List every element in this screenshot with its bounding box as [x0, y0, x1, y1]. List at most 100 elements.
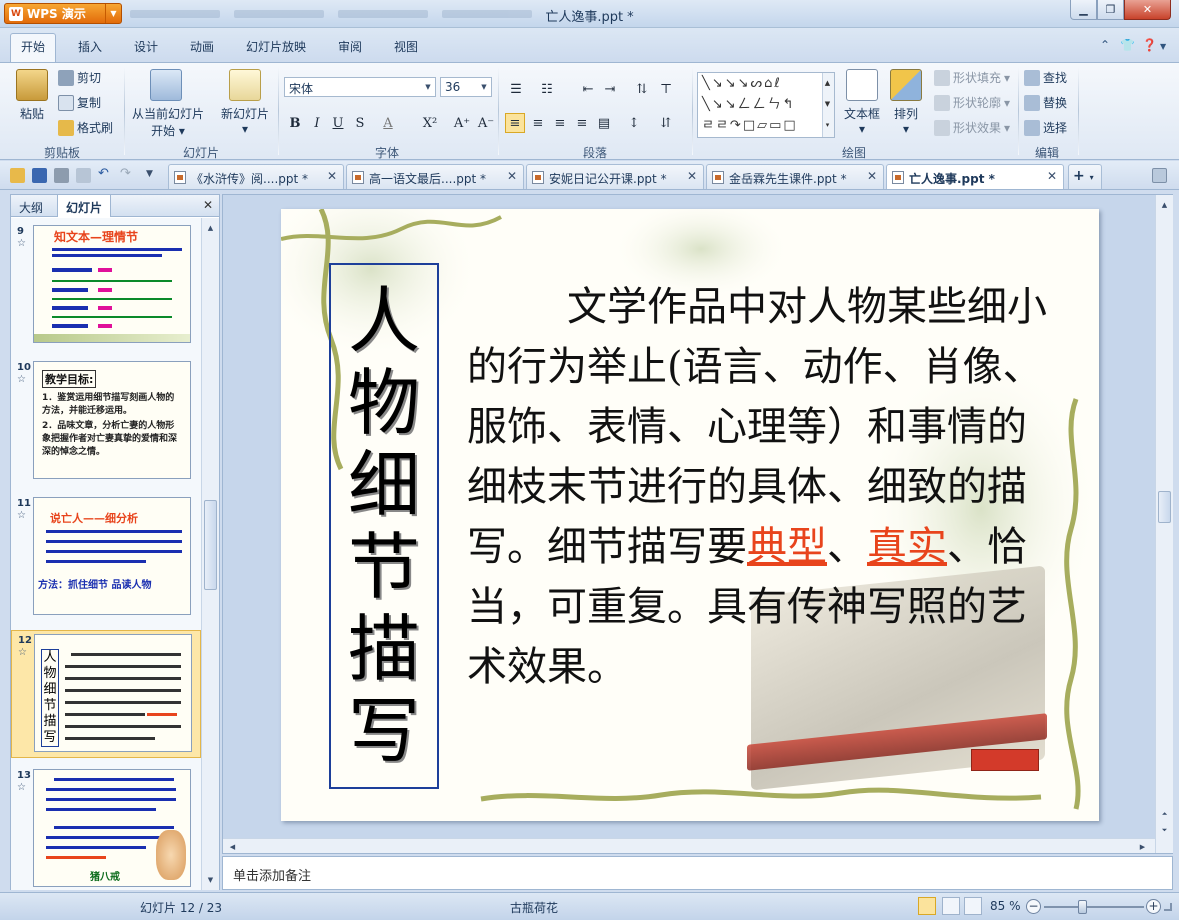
bullets-button[interactable]: ☰: [506, 79, 526, 99]
collapse-ribbon-icon[interactable]: ⌃: [1100, 38, 1110, 52]
slide-thumbnail-13[interactable]: 13 ☆ 猪八戒: [11, 766, 201, 890]
text-direction-button[interactable]: ⇅: [632, 79, 652, 99]
underline-button[interactable]: U: [328, 113, 348, 133]
new-slide-button[interactable]: 新幻灯片 ▾: [214, 105, 276, 136]
new-tab-button[interactable]: + ▾: [1068, 164, 1102, 189]
editor-horizontal-scrollbar[interactable]: ◀ ▶: [223, 838, 1155, 853]
paragraph-spacing-button[interactable]: ⇵: [656, 113, 676, 133]
align-center-button[interactable]: ≡: [528, 113, 548, 133]
numbering-button[interactable]: ☷: [537, 79, 557, 99]
replace-button[interactable]: 替换: [1024, 94, 1067, 111]
justify-button[interactable]: ≡: [572, 113, 592, 133]
grow-font-button[interactable]: A⁺: [452, 113, 472, 133]
italic-button[interactable]: I: [307, 113, 327, 133]
minimize-button[interactable]: ▁: [1070, 0, 1097, 20]
tab-review[interactable]: 审阅: [338, 38, 362, 55]
slide-thumbnail-9[interactable]: 9 ☆ 知文本—理情节: [11, 222, 201, 350]
scroll-up-icon[interactable]: ▲: [203, 220, 218, 235]
tab-outline[interactable]: 大纲: [11, 195, 51, 217]
zoom-in-button[interactable]: +: [1146, 899, 1161, 914]
tab-slideshow[interactable]: 幻灯片放映: [246, 38, 306, 55]
doc-tab-1[interactable]: 《水浒传》阅....ppt * ✕: [168, 164, 344, 189]
font-color-button[interactable]: A: [378, 113, 398, 133]
tab-design[interactable]: 设计: [134, 38, 158, 55]
scroll-left-icon[interactable]: ◀: [225, 839, 240, 854]
close-icon[interactable]: ✕: [687, 169, 697, 183]
notes-pane[interactable]: 单击添加备注: [222, 856, 1173, 890]
open-icon[interactable]: [10, 168, 25, 183]
editor-vertical-scrollbar[interactable]: ▲ ⏶ ⏷: [1155, 195, 1173, 853]
format-painter-button[interactable]: 格式刷: [58, 119, 113, 136]
scroll-up-icon[interactable]: ▲: [1157, 197, 1172, 212]
doc-tab-3[interactable]: 安妮日记公开课.ppt * ✕: [526, 164, 704, 189]
zoom-out-button[interactable]: −: [1026, 899, 1041, 914]
scroll-down-icon[interactable]: ▼: [203, 872, 218, 887]
customize-toolbar-icon[interactable]: ▼: [146, 169, 161, 184]
align-text-button[interactable]: ⊤: [656, 79, 676, 99]
skin-icon[interactable]: 👕: [1120, 38, 1135, 52]
normal-view-icon[interactable]: [918, 897, 936, 915]
close-button[interactable]: ✕: [1124, 0, 1171, 20]
tab-insert[interactable]: 插入: [78, 38, 102, 55]
close-icon[interactable]: ✕: [203, 198, 213, 212]
close-icon[interactable]: ✕: [867, 169, 877, 183]
doc-tab-active[interactable]: 亡人逸事.ppt * ✕: [886, 164, 1064, 189]
distribute-button[interactable]: ▤: [594, 113, 614, 133]
copy-button[interactable]: 复制: [58, 94, 101, 111]
superscript-button[interactable]: X²: [420, 113, 440, 133]
scroll-right-icon[interactable]: ▶: [1135, 839, 1150, 854]
previous-slide-icon[interactable]: ⏶: [1157, 807, 1172, 822]
print-preview-icon[interactable]: [76, 168, 91, 183]
current-slide[interactable]: 人 物 细 节 描 写 文学作品中对人物某些细小的行为举止(语言、动作、肖像、服…: [281, 209, 1099, 821]
shrink-font-button[interactable]: A⁻: [476, 113, 496, 133]
restore-button[interactable]: ❐: [1097, 0, 1124, 20]
textbox-button[interactable]: 文本框 ▾: [838, 105, 886, 136]
tab-slides[interactable]: 幻灯片: [57, 195, 112, 217]
undo-icon[interactable]: ↶: [98, 166, 113, 181]
font-name-select[interactable]: 宋体 ▼: [284, 77, 436, 97]
window-layout-icon[interactable]: [1152, 168, 1167, 183]
close-icon[interactable]: ✕: [1047, 169, 1057, 183]
panel-scrollbar[interactable]: ▲ ▼: [201, 218, 219, 890]
doc-tab-2[interactable]: 高一语文最后....ppt * ✕: [346, 164, 524, 189]
align-left-button[interactable]: ≡: [505, 113, 525, 133]
close-icon[interactable]: ✕: [327, 169, 337, 183]
shape-effect-button[interactable]: 形状效果 ▾: [934, 119, 1010, 136]
shadow-button[interactable]: S: [350, 113, 370, 133]
slideshow-view-icon[interactable]: [964, 897, 982, 915]
shapes-gallery-scroll[interactable]: ▲ ▼ ▾: [822, 73, 834, 137]
tab-animation[interactable]: 动画: [190, 38, 214, 55]
slide-thumbnail-12[interactable]: 12 ☆ 人物细节描写: [11, 630, 201, 758]
cut-button[interactable]: 剪切: [58, 69, 101, 86]
slide-body-text[interactable]: 文学作品中对人物某些细小的行为举止(语言、动作、肖像、服饰、表情、心理等）和事情…: [467, 277, 1057, 697]
tab-view[interactable]: 视图: [394, 38, 418, 55]
shapes-gallery[interactable]: ╲↘↘↘ᔕ⌂ℓ ╲↘↘ㄥㄥㄣ↰ ㄹㄹ↷□▱▭□ ▲ ▼ ▾: [697, 72, 835, 138]
save-icon[interactable]: [32, 168, 47, 183]
resize-grip-icon[interactable]: [1164, 903, 1172, 911]
tab-home[interactable]: 开始: [10, 33, 57, 62]
paste-button[interactable]: 粘贴: [14, 105, 50, 122]
doc-tab-4[interactable]: 金岳霖先生课件.ppt * ✕: [706, 164, 884, 189]
select-button[interactable]: 选择: [1024, 119, 1067, 136]
zoom-slider[interactable]: [1044, 906, 1144, 908]
shape-fill-button[interactable]: 形状填充 ▾: [934, 69, 1010, 86]
scroll-thumb[interactable]: [204, 500, 217, 590]
increase-indent-button[interactable]: ⇥: [600, 79, 620, 99]
slide-thumbnail-11[interactable]: 11 ☆ 说亡人——细分析 方法：抓住细节 品读人物: [11, 494, 201, 622]
slide-sorter-view-icon[interactable]: [942, 897, 960, 915]
redo-icon[interactable]: ↷: [120, 166, 135, 181]
decrease-indent-button[interactable]: ⇤: [578, 79, 598, 99]
print-icon[interactable]: [54, 168, 69, 183]
bold-button[interactable]: B: [285, 113, 305, 133]
close-icon[interactable]: ✕: [507, 169, 517, 183]
find-button[interactable]: 查找: [1024, 69, 1067, 86]
line-spacing-button[interactable]: ↕: [624, 113, 644, 133]
scroll-thumb[interactable]: [1158, 491, 1171, 523]
slide-thumbnail-10[interactable]: 10 ☆ 教学目标: 1．鉴赏运用细节描写刻画人物的方法，并能迁移运用。 2．品…: [11, 358, 201, 486]
shape-outline-button[interactable]: 形状轮廓 ▾: [934, 94, 1010, 111]
arrange-button[interactable]: 排列 ▾: [884, 105, 928, 136]
align-right-button[interactable]: ≡: [550, 113, 570, 133]
slide-vertical-title[interactable]: 人 物 细 节 描 写: [329, 263, 439, 789]
zoom-slider-handle[interactable]: [1078, 900, 1087, 914]
from-current-slide-button[interactable]: 从当前幻灯片 开始 ▾: [128, 105, 208, 139]
